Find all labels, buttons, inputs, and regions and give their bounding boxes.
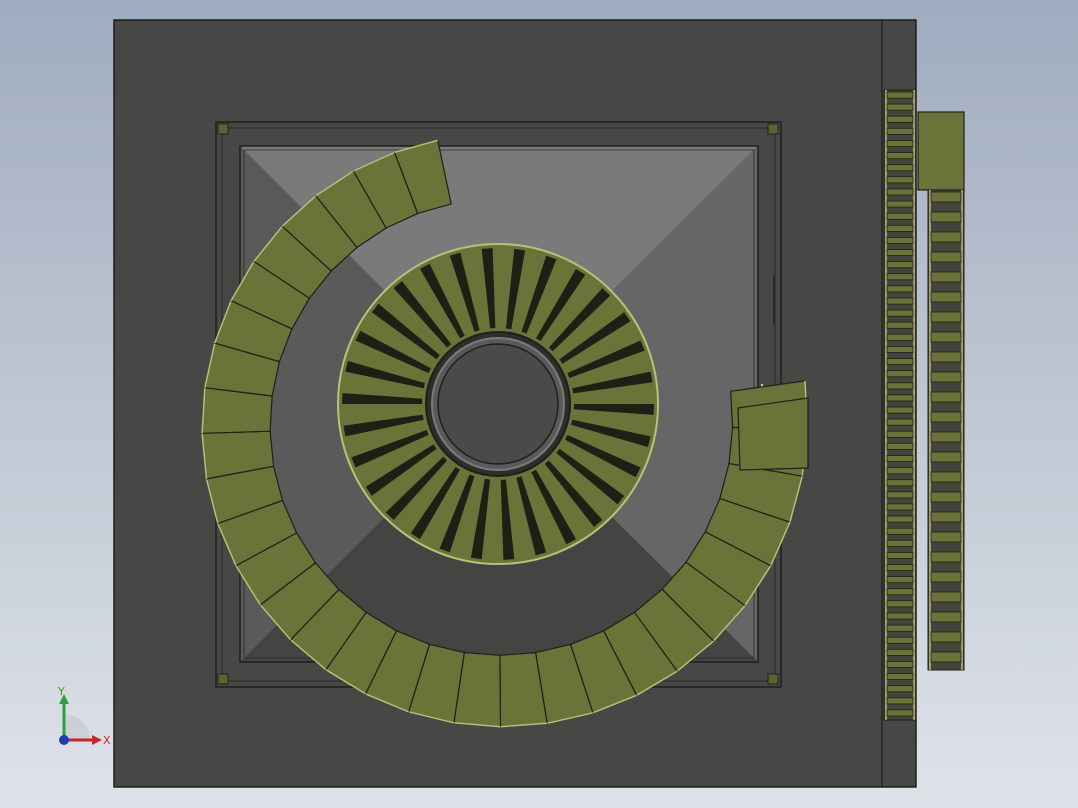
- stair-landing: [737, 397, 809, 471]
- x-axis-head: [92, 735, 102, 745]
- corner-post-br: [767, 673, 779, 685]
- ladder-outer-rung: [886, 285, 914, 293]
- ladder-outer-rung: [886, 164, 914, 172]
- ladder-outer-rung: [886, 212, 914, 220]
- ladder-outer-rung: [886, 430, 914, 438]
- ladder-outer-rung: [886, 152, 914, 160]
- ladder-outer-rung: [886, 624, 914, 632]
- ladder-outer-rung: [886, 370, 914, 378]
- ladder-outer-rung: [886, 345, 914, 353]
- ladder-outer-rung: [886, 467, 914, 475]
- ladder-inner-rung: [930, 531, 962, 543]
- ladder-inner-rung: [930, 511, 962, 523]
- ladder-outer-rung: [886, 176, 914, 184]
- ladder-outer-rung: [886, 503, 914, 511]
- ladder-outer-rung: [886, 127, 914, 135]
- ladder-inner-rung: [930, 491, 962, 503]
- ladder-inner-rung: [930, 611, 962, 623]
- ladder-inner-rung: [930, 251, 962, 263]
- ladder-outer-rung: [886, 661, 914, 668]
- ladder-outer-rung: [886, 442, 914, 450]
- triad-arc: [64, 714, 90, 740]
- corner-post-tl: [217, 123, 229, 135]
- x-axis-label: X: [103, 734, 111, 747]
- ladder-outer-rung: [886, 333, 914, 341]
- ladder-outer-rung: [886, 709, 914, 717]
- ladder-inner-rung: [930, 551, 962, 563]
- ladder-outer-rung: [886, 188, 914, 196]
- ladder-inner-rung: [930, 631, 962, 643]
- ladder-inner-rung: [930, 391, 962, 403]
- ladder-inner-rung: [930, 411, 962, 423]
- y-axis-label: Y: [57, 686, 65, 698]
- ladder-outer-rung: [886, 224, 914, 232]
- ladder-inner-rung: [930, 371, 962, 383]
- central-column: [337, 243, 659, 565]
- ladder-inner-rung: [930, 271, 962, 283]
- corner-post-tr: [767, 123, 779, 135]
- ladder-outer-rung: [886, 140, 914, 147]
- ladder-inner-rung: [930, 331, 962, 343]
- ladder-inner-rung: [930, 351, 962, 363]
- ladder-outer[interactable]: [883, 89, 917, 721]
- ladder-inner-rung: [930, 451, 962, 463]
- ladder-inner-rung: [930, 591, 962, 603]
- ladder-outer-rung: [886, 673, 914, 680]
- ladder-outer-rung: [886, 309, 914, 317]
- ladder-outer-rung: [886, 479, 914, 487]
- z-axis-dot: [59, 735, 69, 745]
- ladder-outer-rung: [886, 552, 914, 559]
- ladder-outer-rung: [886, 515, 914, 523]
- ladder-inner-rung: [930, 191, 962, 203]
- ladder-outer-rung: [886, 200, 914, 208]
- ladder-inner-rung: [930, 231, 962, 243]
- ladder-outer-rung: [886, 564, 914, 571]
- ladder-outer-rung: [886, 576, 914, 584]
- ladder-outer-rung: [886, 697, 914, 705]
- ladder-inner-rung: [930, 211, 962, 223]
- ladder-outer-rung: [886, 261, 914, 269]
- ladder-outer-rung: [886, 249, 914, 256]
- ladder-top-platform: [917, 111, 965, 191]
- ladder-outer-rung: [886, 297, 914, 305]
- ladder-outer-rung: [886, 103, 914, 111]
- ladder-inner-rung: [930, 571, 962, 583]
- ladder-outer-rung: [886, 418, 914, 426]
- ladder-outer-rung: [886, 236, 914, 244]
- ladder-inner-rung: [930, 311, 962, 323]
- ladder-outer-rung: [886, 539, 914, 547]
- ladder-inner-rung: [930, 291, 962, 303]
- ladder-outer-rung: [886, 382, 914, 390]
- ladder-outer-rung: [886, 491, 914, 499]
- graphics-viewport[interactable]: Y X: [0, 0, 1078, 808]
- ladder-outer-rung: [886, 394, 914, 402]
- ladder-inner[interactable]: [917, 111, 965, 671]
- ladder-outer-rung: [886, 321, 914, 329]
- corner-post-bl: [217, 673, 229, 685]
- column-core: [437, 343, 559, 465]
- ladder-outer-rung: [886, 273, 914, 281]
- ladder-outer-rung: [886, 406, 914, 414]
- ladder-outer-rung: [886, 588, 914, 596]
- ladder-outer-rung: [886, 455, 914, 462]
- ladder-inner-rung: [930, 651, 962, 663]
- ladder-outer-rung: [886, 612, 914, 620]
- coordinate-triad: Y X: [40, 685, 120, 756]
- ladder-outer-rung: [886, 685, 914, 693]
- ladder-outer-rung: [886, 636, 914, 644]
- ladder-outer-rung: [886, 527, 914, 535]
- ladder-outer-rung: [886, 648, 914, 656]
- cad-model-top-view[interactable]: [0, 0, 1078, 808]
- ladder-inner-rung: [930, 471, 962, 483]
- ladder-outer-rung: [886, 115, 914, 123]
- ladder-inner-rung: [930, 431, 962, 443]
- ladder-outer-rung: [886, 600, 914, 608]
- ladder-outer-rung: [886, 91, 914, 99]
- ladder-outer-rung: [886, 358, 914, 365]
